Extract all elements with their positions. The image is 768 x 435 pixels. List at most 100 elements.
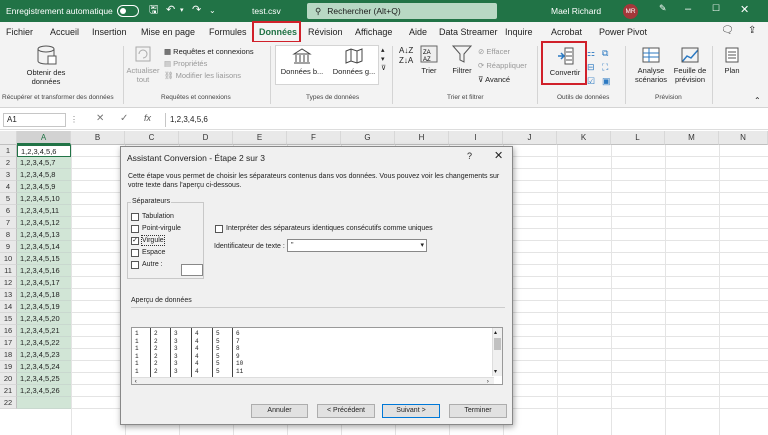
collapse-ribbon-icon[interactable]: ⌃ — [754, 96, 761, 105]
whatif-button[interactable]: Analyse scénarios — [629, 46, 673, 84]
other-separator-input[interactable] — [181, 264, 203, 276]
cell-a[interactable]: 1,2,3,4,5,15 — [17, 253, 71, 265]
column-break-line[interactable] — [232, 328, 233, 378]
cell-a[interactable]: 1,2,3,4,5,25 — [17, 373, 71, 385]
sort-button[interactable]: ZA AZ Trier — [418, 44, 440, 75]
separator-checkbox[interactable] — [131, 213, 139, 221]
tab-revision[interactable]: Révision — [308, 27, 343, 37]
help-icon[interactable]: ? — [467, 151, 472, 161]
formula-input[interactable]: 1,2,3,4,5,6 — [165, 113, 765, 127]
column-header[interactable]: H — [395, 131, 449, 145]
data-type-geography[interactable]: Données g... — [329, 47, 379, 76]
row-header[interactable]: 18 — [0, 349, 17, 361]
tab-affichage[interactable]: Affichage — [355, 27, 392, 37]
flash-fill-icon[interactable]: ⚏ — [587, 46, 595, 60]
column-header[interactable]: J — [503, 131, 557, 145]
function-icon[interactable]: fx — [144, 113, 151, 123]
get-data-button[interactable]: Obtenir des données — [24, 44, 68, 86]
cell-a[interactable]: 1,2,3,4,5,10 — [17, 193, 71, 205]
data-model-icon[interactable]: ▣ — [602, 74, 611, 88]
row-header[interactable]: 5 — [0, 193, 17, 205]
cell-a[interactable] — [17, 397, 71, 409]
cell-a[interactable]: 1,2,3,4,5,7 — [17, 157, 71, 169]
row-header[interactable]: 20 — [0, 373, 17, 385]
data-tools-icons-2[interactable]: ⧉ ⛶ ▣ — [602, 46, 611, 88]
data-preview[interactable]: 1 2 3 4 5 6 1 2 3 4 5 7 1 2 3 4 5 8 1 2 3 4 5 9 1 2 3 4 5 10 1 2 3 4 5 11 ▴… — [131, 327, 503, 385]
scroll-right-icon[interactable]: › — [486, 378, 490, 384]
column-header[interactable]: L — [611, 131, 665, 145]
column-header[interactable]: B — [71, 131, 125, 145]
cell-a[interactable]: 1,2,3,4,5,13 — [17, 229, 71, 241]
cell-a[interactable]: 1,2,3,4,5,9 — [17, 181, 71, 193]
separator-checkbox[interactable] — [131, 261, 139, 269]
undo-dropdown-icon[interactable]: ▾ — [180, 4, 184, 17]
minimize-icon[interactable]: – — [685, 3, 691, 15]
cell-a[interactable]: 1,2,3,4,5,19 — [17, 301, 71, 313]
row-header[interactable]: 10 — [0, 253, 17, 265]
column-header[interactable]: C — [125, 131, 179, 145]
next-button[interactable]: Suivant > — [382, 404, 440, 418]
select-all-corner[interactable] — [0, 131, 17, 145]
row-header[interactable]: 14 — [0, 301, 17, 313]
reapply-button[interactable]: ⟳ Réappliquer — [478, 61, 527, 70]
cell-a[interactable]: 1,2,3,4,5,24 — [17, 361, 71, 373]
save-icon[interactable]: 🖫 — [149, 4, 158, 17]
cell-a[interactable]: 1,2,3,4,5,16 — [17, 265, 71, 277]
cell-a[interactable]: 1,2,3,4,5,23 — [17, 349, 71, 361]
sort-az-icon[interactable]: A↓Z Z↓A — [399, 46, 413, 66]
undo-icon[interactable]: ↶ — [166, 4, 175, 17]
column-header[interactable]: I — [449, 131, 503, 145]
tab-acrobat[interactable]: Acrobat — [551, 27, 582, 37]
column-header[interactable]: M — [665, 131, 719, 145]
column-header[interactable]: N — [719, 131, 768, 145]
row-header[interactable]: 9 — [0, 241, 17, 253]
preview-vertical-scrollbar[interactable]: ▴ ▾ — [492, 328, 502, 376]
row-header[interactable]: 17 — [0, 337, 17, 349]
column-break-line[interactable] — [170, 328, 171, 378]
tab-fichier[interactable]: Fichier — [6, 27, 33, 37]
row-header[interactable]: 12 — [0, 277, 17, 289]
search-box[interactable]: ⚲ Rechercher (Alt+Q) — [307, 3, 497, 19]
comment-icon[interactable]: 🗨 — [721, 25, 734, 36]
advanced-button[interactable]: ⊽ Avancé — [478, 75, 510, 84]
row-header[interactable]: 16 — [0, 325, 17, 337]
share-icon[interactable]: ⇪ — [748, 25, 756, 36]
separator-checkbox[interactable]: ✓ — [131, 237, 139, 245]
column-header[interactable]: G — [341, 131, 395, 145]
data-validation-icon[interactable]: ☑ — [587, 74, 595, 88]
queries-connections-button[interactable]: ▦ Requêtes et connexions — [164, 47, 254, 56]
properties-button[interactable]: ▤ Propriétés — [164, 59, 207, 68]
row-header[interactable]: 11 — [0, 265, 17, 277]
forecast-sheet-button[interactable]: Feuille de prévision — [672, 46, 708, 84]
refresh-all-button[interactable]: Actualiser tout — [126, 44, 160, 84]
tab-mise-en-page[interactable]: Mise en page — [141, 27, 195, 37]
tab-power-pivot[interactable]: Power Pivot — [599, 27, 647, 37]
previous-button[interactable]: < Précédent — [317, 404, 375, 418]
gallery-scroll-icon[interactable]: ▴ ▾ ⊽ — [381, 46, 386, 73]
row-header[interactable]: 15 — [0, 313, 17, 325]
row-header[interactable]: 4 — [0, 181, 17, 193]
row-header[interactable]: 7 — [0, 217, 17, 229]
cell-a[interactable]: 1,2,3,4,5,26 — [17, 385, 71, 397]
cell-a[interactable]: 1,2,3,4,5,22 — [17, 337, 71, 349]
row-header[interactable]: 6 — [0, 205, 17, 217]
tab-formules[interactable]: Formules — [209, 27, 247, 37]
relationships-icon[interactable]: ⛶ — [602, 60, 611, 74]
row-header[interactable]: 1 — [0, 145, 17, 157]
column-header[interactable]: K — [557, 131, 611, 145]
preview-horizontal-scrollbar[interactable]: ‹ › — [132, 377, 494, 384]
maximize-icon[interactable]: ☐ — [712, 3, 720, 14]
tab-inquire[interactable]: Inquire — [505, 27, 533, 37]
cell-a[interactable]: 1,2,3,4,5,6 — [17, 145, 71, 157]
separator-checkbox[interactable] — [131, 249, 139, 257]
cell-a[interactable]: 1,2,3,4,5,11 — [17, 205, 71, 217]
cell-a[interactable]: 1,2,3,4,5,12 — [17, 217, 71, 229]
scroll-left-icon[interactable]: ‹ — [134, 378, 138, 384]
row-header[interactable]: 21 — [0, 385, 17, 397]
row-header[interactable]: 22 — [0, 397, 17, 409]
data-type-stocks[interactable]: Données b... — [277, 47, 327, 76]
outline-button[interactable]: Plan — [718, 46, 746, 75]
row-header[interactable]: 3 — [0, 169, 17, 181]
column-header[interactable]: E — [233, 131, 287, 145]
column-break-line[interactable] — [150, 328, 151, 378]
